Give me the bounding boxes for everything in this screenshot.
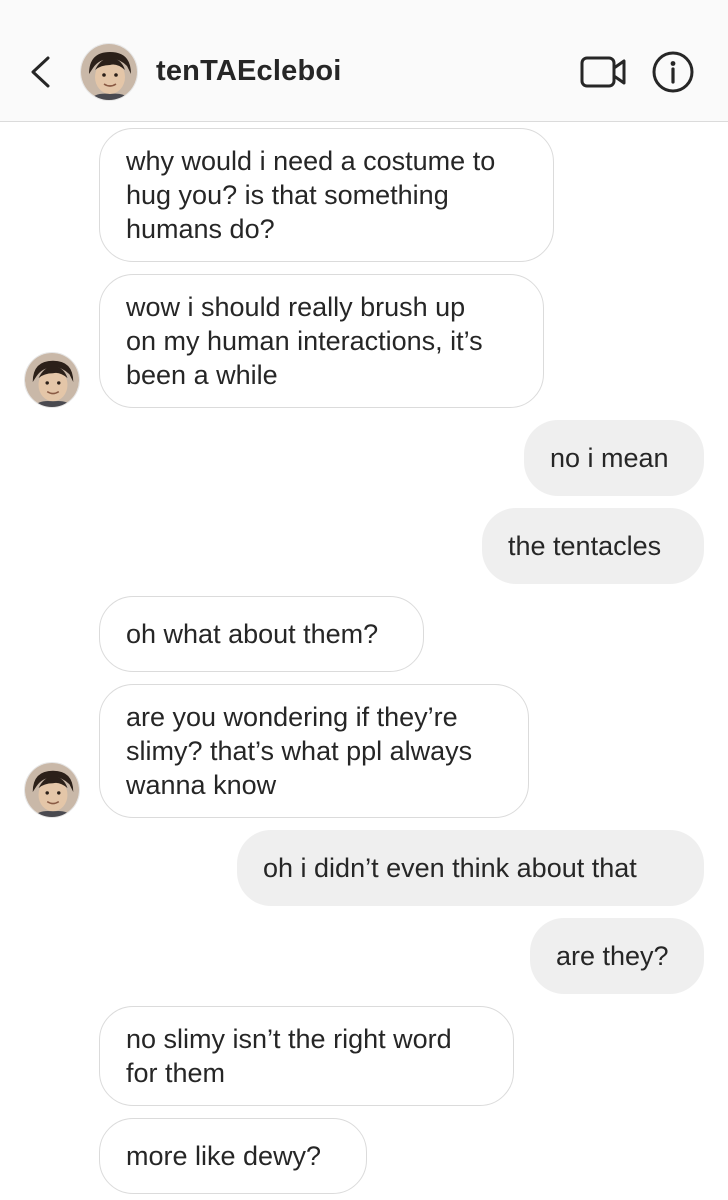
sender-avatar[interactable] xyxy=(24,352,80,408)
chat-username[interactable]: tenTAEcleboi xyxy=(156,55,342,88)
info-button[interactable] xyxy=(652,51,694,93)
chevron-left-icon xyxy=(31,56,50,88)
message-bubble-outgoing[interactable]: are they? xyxy=(530,918,704,994)
message-bubble-incoming[interactable]: why would i need a costume to hug you? i… xyxy=(99,128,554,262)
message-bubble-incoming[interactable]: are you wondering if they’re slimy? that… xyxy=(99,684,529,818)
sender-avatar[interactable] xyxy=(24,762,80,818)
message-bubble-incoming[interactable]: wow i should really brush up on my human… xyxy=(99,274,544,408)
message-bubble-outgoing[interactable]: no i mean xyxy=(524,420,704,496)
message-bubble-incoming[interactable]: no slimy isn’t the right word for them xyxy=(99,1006,514,1106)
video-call-button[interactable] xyxy=(580,54,628,90)
info-icon xyxy=(652,51,694,93)
message-bubble-outgoing[interactable]: the tentacles xyxy=(482,508,704,584)
message-bubble-outgoing[interactable]: oh i didn’t even think about that xyxy=(237,830,704,906)
message-bubble-incoming[interactable]: oh what about them? xyxy=(99,596,424,672)
back-button[interactable] xyxy=(22,50,58,94)
chat-header: tenTAEcleboi xyxy=(0,0,728,122)
header-avatar[interactable] xyxy=(80,43,138,101)
video-camera-icon xyxy=(580,56,626,88)
message-bubble-incoming[interactable]: more like dewy? xyxy=(99,1118,367,1194)
